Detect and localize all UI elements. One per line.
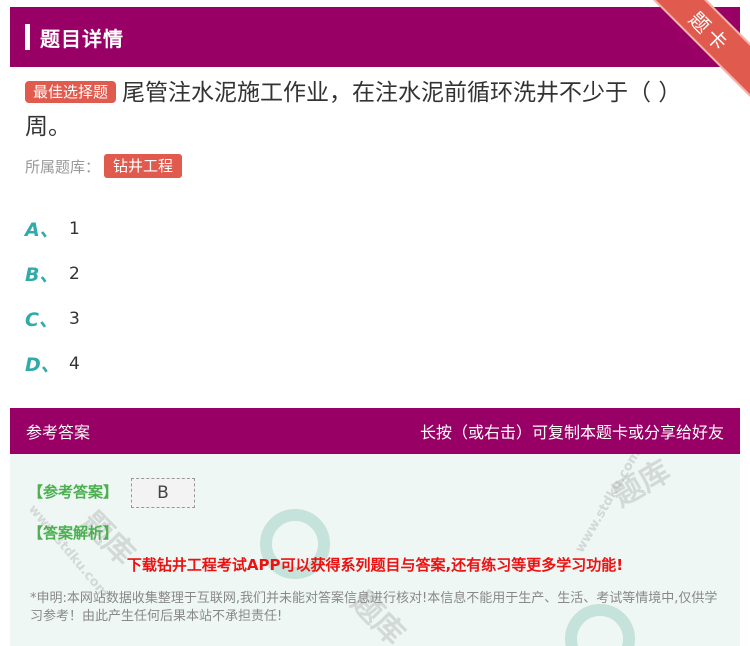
disclaimer-text: *申明:本网站数据收集整理于互联网,我们并未能对答案信息进行核对!本信息不能用于…	[30, 591, 718, 624]
option-a[interactable]: A、 1	[25, 206, 80, 251]
download-app-link[interactable]: 下载钻井工程考试APP可以获得系列题目与答案,还有练习等更多学习功能!	[10, 554, 740, 575]
option-letter: B、	[25, 264, 59, 286]
option-c[interactable]: C、 3	[25, 296, 80, 341]
watermark-text: www.stdku.com	[572, 454, 644, 556]
reference-answer-value: B	[131, 478, 195, 508]
question-text: 尾管注水泥施工作业，在注水泥前循环洗井不少于（ ）周。	[25, 80, 682, 140]
reference-answer-label: 【参考答案】	[28, 483, 119, 501]
question-bank: 所属题库： 钻井工程	[25, 154, 725, 178]
option-text: 1	[69, 218, 80, 239]
header-bar: 题目详情	[10, 7, 740, 67]
question-text-line: 最佳选择题 尾管注水泥施工作业，在注水泥前循环洗井不少于（ ）周。	[25, 76, 725, 144]
answer-bar: 参考答案 长按（或右击）可复制本题卡或分享给好友	[10, 408, 740, 454]
answer-bar-title: 参考答案	[26, 423, 91, 442]
question-block: 最佳选择题 尾管注水泥施工作业，在注水泥前循环洗井不少于（ ）周。 所属题库： 钻…	[25, 76, 725, 178]
option-letter: C、	[25, 309, 58, 331]
question-type-badge: 最佳选择题	[25, 81, 117, 103]
option-d[interactable]: D、 4	[25, 341, 80, 386]
option-text: 3	[69, 308, 80, 329]
header-accent	[25, 24, 30, 50]
option-letter: D、	[25, 354, 60, 376]
watermark-brand: 题库	[607, 454, 677, 515]
page-title: 题目详情	[40, 26, 124, 51]
option-text: 4	[69, 353, 80, 374]
question-bank-badge[interactable]: 钻井工程	[104, 154, 183, 178]
options-list: A、 1 B、 2 C、 3 D、 4	[25, 206, 80, 386]
option-b[interactable]: B、 2	[25, 251, 80, 296]
option-letter: A、	[25, 219, 59, 241]
share-hint[interactable]: 长按（或右击）可复制本题卡或分享给好友	[420, 419, 724, 443]
answer-panel: www.stdku.com www.stdku.com 题库 题库 题库 【参考…	[10, 454, 740, 646]
question-bank-label: 所属题库：	[25, 157, 101, 176]
watermark-text: www.stdku.com	[25, 502, 112, 601]
option-text: 2	[69, 263, 80, 284]
answer-analysis-label: 【答案解析】	[28, 524, 119, 542]
